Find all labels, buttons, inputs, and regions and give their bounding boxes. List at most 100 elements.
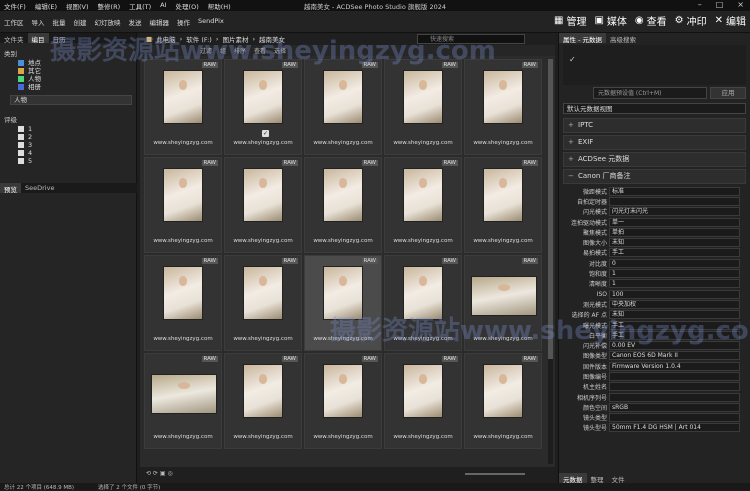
photo-thumbnail[interactable] (243, 364, 283, 418)
tab-catalog[interactable]: 编目 (27, 33, 49, 44)
thumbnail-cell[interactable]: RAW www.sheyingzyg.com (224, 157, 302, 253)
tab-metadata[interactable]: 元数据 (559, 473, 587, 484)
people-selector[interactable]: 人物 (10, 95, 132, 105)
metadata-view-select[interactable]: 默认元数据视图 (563, 103, 746, 114)
thumbnail-cell[interactable]: RAW www.sheyingzyg.com (144, 157, 222, 253)
thumbnail-cell[interactable]: RAW www.sheyingzyg.com (224, 255, 302, 351)
photo-thumbnail[interactable] (163, 266, 203, 320)
photo-thumbnail[interactable] (483, 168, 523, 222)
tab-folders[interactable]: 文件夹 (0, 33, 28, 44)
photo-thumbnail[interactable] (483, 70, 523, 124)
category-people[interactable]: 人物 (0, 75, 136, 83)
quick-search-input[interactable]: 快速搜索 (417, 34, 525, 44)
metadata-value[interactable] (609, 413, 740, 423)
send-button[interactable]: 发送 (129, 17, 142, 27)
metadata-value[interactable]: 单一 (609, 217, 740, 227)
metadata-value[interactable]: 未知 (609, 310, 740, 320)
photo-thumbnail[interactable] (323, 266, 363, 320)
editor-button[interactable]: 编辑器 (150, 17, 170, 27)
thumbnail-cell[interactable]: RAW www.sheyingzyg.com (464, 353, 542, 449)
section-iptc[interactable]: IPTC (563, 118, 746, 133)
tab-preview[interactable]: 预览 (0, 183, 21, 194)
crumb-drive[interactable]: 软件 (F:) (186, 34, 212, 44)
thumbnail-cell[interactable]: RAW www.sheyingzyg.com (384, 157, 462, 253)
crumb-pictures[interactable]: 图片素材 (222, 34, 248, 44)
metadata-value[interactable]: Firmware Version 1.0.4 (609, 361, 740, 371)
rating-5[interactable]: 5 (0, 157, 136, 165)
thumbnail-cell[interactable]: RAW www.sheyingzyg.com (304, 255, 382, 351)
minimize-icon[interactable]: – (698, 0, 702, 9)
thumbnail-cell[interactable]: RAW www.sheyingzyg.com (304, 157, 382, 253)
photo-thumbnail[interactable] (403, 364, 443, 418)
category-album[interactable]: 相册 (0, 83, 136, 91)
create-button[interactable]: 创建 (74, 17, 87, 27)
section-acdsee-metadata[interactable]: ACDSee 元数据 (563, 152, 746, 167)
thumbnail-cell[interactable]: RAW www.sheyingzyg.com (304, 59, 382, 155)
thumbnail-cell[interactable]: RAW www.sheyingzyg.com (384, 353, 462, 449)
metadata-value[interactable]: 50mm F1.4 DG HSM | Art 014 (609, 423, 740, 433)
photo-thumbnail[interactable] (471, 276, 537, 316)
metadata-value[interactable]: 1 (609, 279, 740, 289)
crumb-pc[interactable]: 此电脑 (156, 34, 176, 44)
sendpix-button[interactable]: SendPix (198, 17, 224, 27)
tab-properties[interactable]: 属性 - 元数据 (559, 33, 606, 44)
rating-4[interactable]: 4 (0, 149, 136, 157)
metadata-value[interactable]: 手工 (609, 248, 740, 258)
section-canon-makernotes[interactable]: Canon 厂商备注 (563, 169, 746, 184)
metadata-value[interactable]: 未知 (609, 238, 740, 248)
thumbnail-cell[interactable]: RAW www.sheyingzyg.com (384, 255, 462, 351)
rating-1[interactable]: 1 (0, 125, 136, 133)
metadata-value[interactable]: Canon EOS 6D Mark II (609, 351, 740, 361)
photo-thumbnail[interactable] (403, 266, 443, 320)
photo-thumbnail[interactable] (163, 70, 203, 124)
zoom-slider[interactable] (465, 473, 525, 475)
thumbnail-cell[interactable]: RAW www.sheyingzyg.com (144, 353, 222, 449)
category-other[interactable]: 其它 (0, 67, 136, 75)
rating-2[interactable]: 2 (0, 133, 136, 141)
photo-thumbnail[interactable] (403, 168, 443, 222)
metadata-value[interactable]: 100 (609, 289, 740, 299)
filter-button[interactable]: 过滤 (200, 46, 212, 55)
photo-thumbnail[interactable] (243, 266, 283, 320)
metadata-preset-select[interactable]: 元数据预设值 (Ctrl+M) (593, 87, 707, 99)
photo-thumbnail[interactable] (323, 364, 363, 418)
workspace-button[interactable]: 工作区 (4, 17, 24, 27)
metadata-value[interactable]: 手工 (609, 320, 740, 330)
tab-advanced-search[interactable]: 高级搜索 (606, 33, 640, 44)
metadata-value[interactable]: 1 (609, 269, 740, 279)
metadata-value[interactable]: 手工 (609, 330, 740, 340)
thumbnail-cell[interactable]: RAW www.sheyingzyg.com (304, 353, 382, 449)
metadata-value[interactable]: sRGB (609, 402, 740, 412)
photo-thumbnail[interactable] (243, 70, 283, 124)
photo-thumbnail[interactable] (323, 168, 363, 222)
category-place[interactable]: 地点 (0, 59, 136, 67)
photo-thumbnail[interactable] (483, 364, 523, 418)
scrollbar[interactable] (548, 59, 553, 464)
thumbnail-cell[interactable]: RAW www.sheyingzyg.com (384, 59, 462, 155)
actions-button[interactable]: 操作 (177, 17, 190, 27)
metadata-value[interactable] (609, 392, 740, 402)
thumbnail-cell[interactable]: RAW ✓ www.sheyingzyg.com (224, 59, 302, 155)
photo-thumbnail[interactable] (163, 168, 203, 222)
sort-button[interactable]: 排序 (234, 46, 246, 55)
photo-thumbnail[interactable] (151, 374, 217, 414)
photo-thumbnail[interactable] (323, 70, 363, 124)
photo-thumbnail[interactable] (403, 70, 443, 124)
thumbnail-cell[interactable]: RAW www.sheyingzyg.com (464, 157, 542, 253)
rating-3[interactable]: 3 (0, 141, 136, 149)
rating-header[interactable]: 评级 (0, 113, 136, 125)
thumbnail-cell[interactable]: RAW www.sheyingzyg.com (144, 255, 222, 351)
mode-view[interactable]: ◉ 查看 (635, 13, 667, 28)
metadata-value[interactable]: 闪光灯未闪光 (609, 207, 740, 217)
metadata-value[interactable] (609, 382, 740, 392)
metadata-value[interactable]: 0.00 EV (609, 341, 740, 351)
maximize-icon[interactable]: □ (716, 0, 724, 9)
metadata-value[interactable]: 0 (609, 258, 740, 268)
metadata-value[interactable]: 标准 (609, 186, 740, 196)
photo-thumbnail[interactable] (243, 168, 283, 222)
apply-button[interactable]: 应用 (710, 87, 746, 99)
select-button[interactable]: 选择 (274, 46, 286, 55)
check-icon[interactable]: ✓ (569, 55, 576, 64)
thumbnail-cell[interactable]: RAW www.sheyingzyg.com (224, 353, 302, 449)
crumb-folder[interactable]: 越南美女 (259, 34, 285, 44)
